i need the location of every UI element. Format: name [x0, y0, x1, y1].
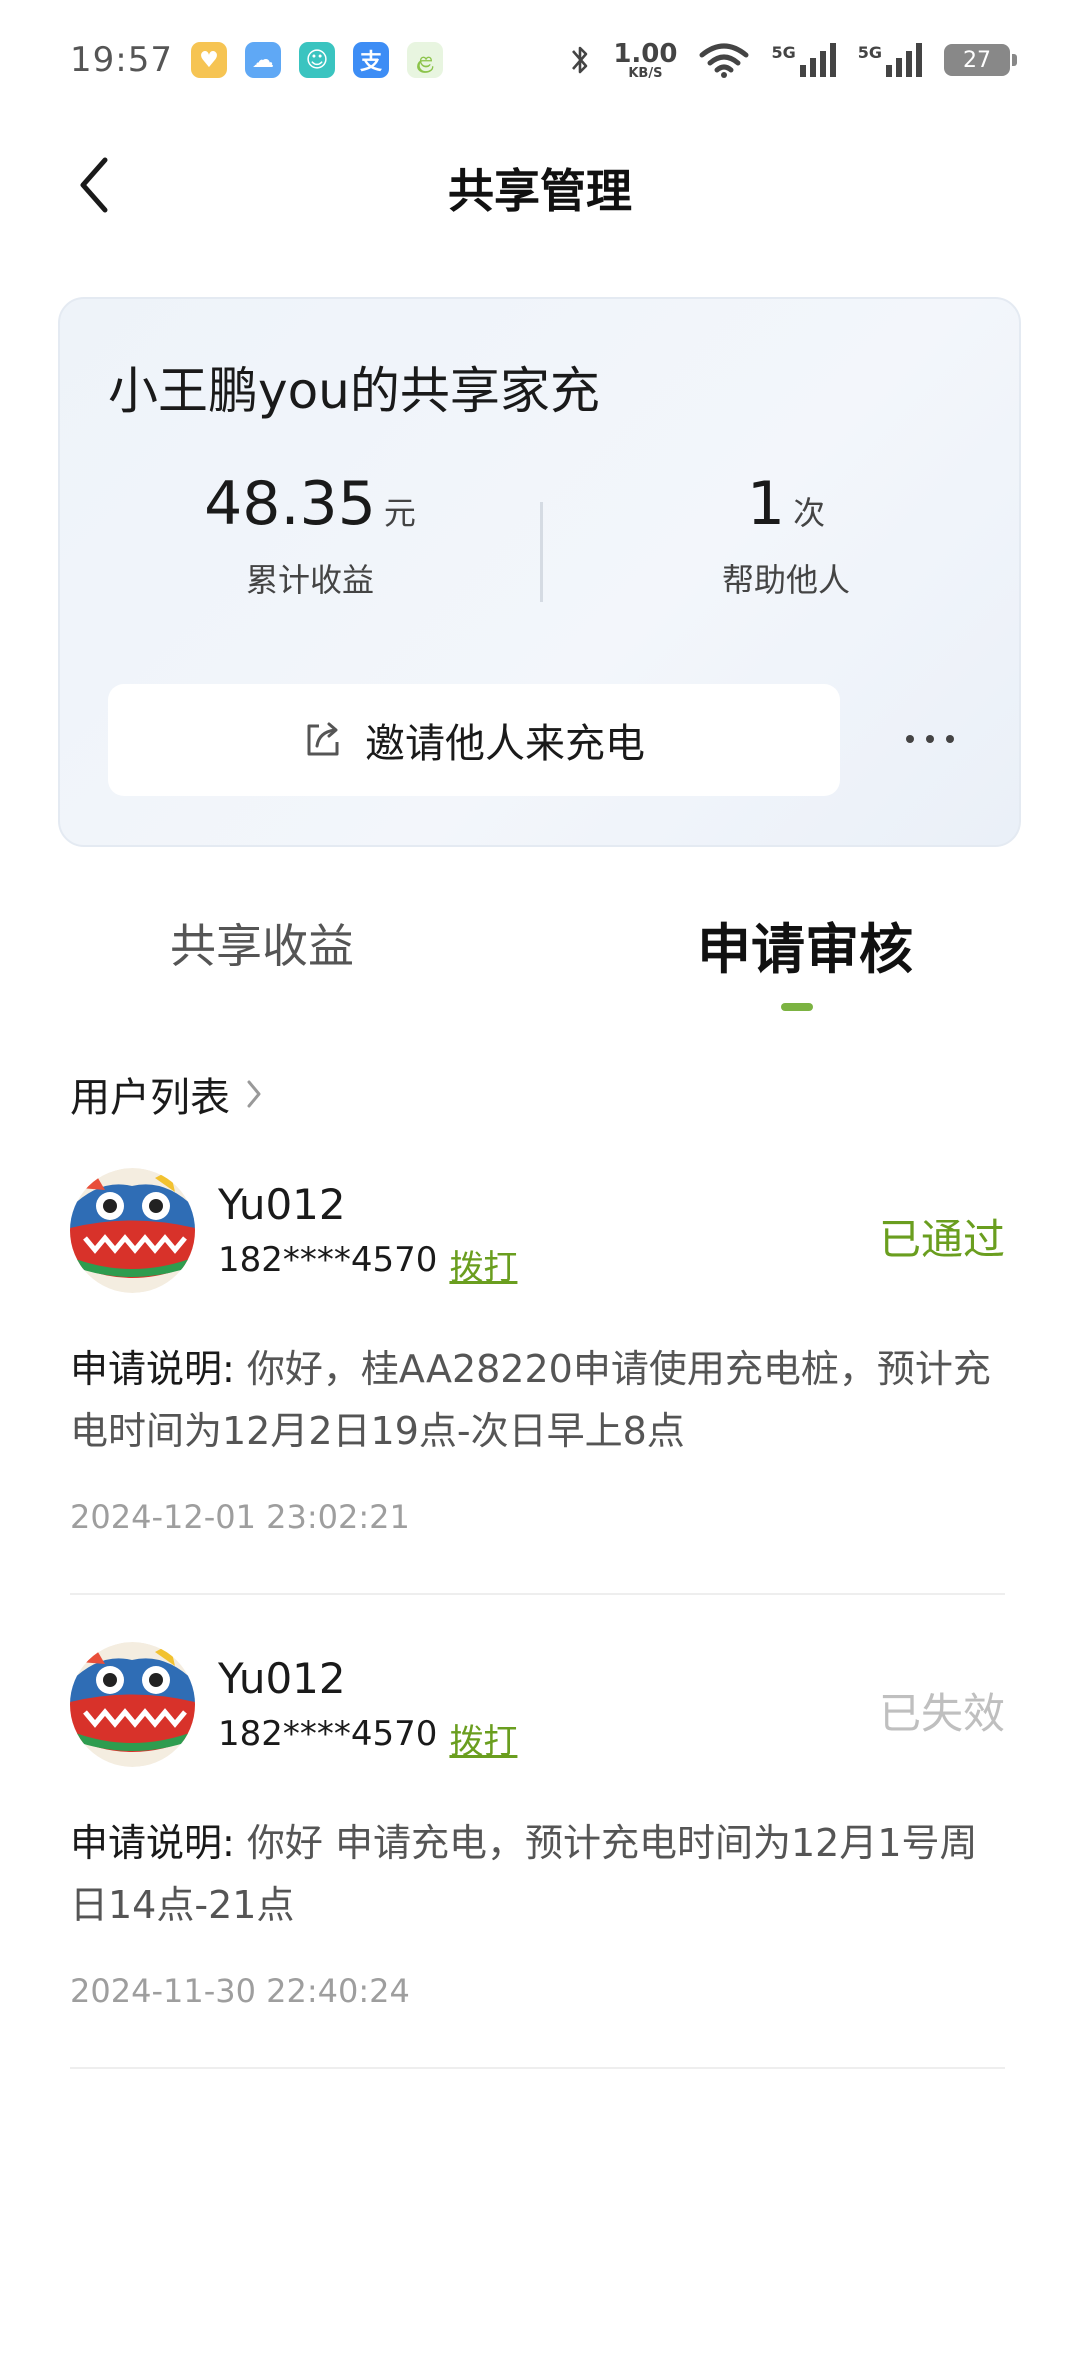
signal-1: 5G — [771, 43, 836, 77]
dial-link[interactable]: 拨打 — [449, 1714, 517, 1763]
user-list-label: 用户列表 — [70, 1075, 230, 1121]
signal-bars-icon — [799, 43, 836, 77]
tab-application-review[interactable]: 申请审核 — [697, 905, 913, 984]
tab-share-earnings[interactable]: 共享收益 — [170, 910, 354, 976]
more-dot-icon — [926, 735, 934, 743]
more-dot-icon — [946, 735, 954, 743]
phone-number: 182****4570 — [218, 1714, 438, 1754]
dragon-avatar-icon — [70, 1168, 195, 1293]
helped-value: 1 — [746, 469, 786, 539]
heart-app-icon: ♥ — [190, 42, 227, 78]
page-title: 共享管理 — [448, 163, 632, 218]
status-time: 19:57 — [70, 40, 173, 80]
header: 共享管理 — [0, 120, 1080, 255]
more-dot-icon — [906, 735, 914, 743]
user-list-link[interactable]: 用户列表 — [70, 1065, 264, 1123]
leaf-app-icon: ළ — [406, 42, 443, 78]
cat-app-icon: ☺ — [298, 42, 335, 78]
earnings-unit: 元 — [383, 494, 416, 532]
stat-divider — [540, 502, 543, 602]
chevron-right-icon — [247, 1080, 261, 1108]
network-speed-value: 1.00 — [613, 38, 678, 69]
share-summary-card: 小王鹏you的共享家充 48.35 元 累计收益 1次 帮助他人 邀请他人来充电 — [58, 297, 1021, 847]
username: Yu012 — [218, 1180, 346, 1229]
application-time: 2024-11-30 22:40:24 — [70, 1972, 410, 2010]
signal-label-1: 5G — [771, 43, 796, 62]
bluetooth-icon — [572, 46, 588, 74]
earnings-label: 累计收益 — [245, 561, 374, 599]
status-bar: 19:57 ♥ ☁ ☺ 支 ළ 1.00 KB/S 5G 5G 27 — [0, 0, 1080, 120]
avatar[interactable] — [70, 1168, 195, 1293]
helped-stat: 1次 帮助他人 — [576, 469, 996, 601]
wifi-icon — [699, 43, 749, 78]
card-title: 小王鹏you的共享家充 — [108, 362, 600, 420]
more-options-button[interactable] — [870, 709, 990, 769]
status-right: 1.00 KB/S 5G 5G 27 — [569, 41, 1017, 80]
helped-unit: 次 — [793, 494, 826, 532]
earnings-stat: 48.35 元 累计收益 — [100, 469, 520, 601]
phone-row: 182****4570 拨打 — [218, 1240, 517, 1289]
status-left: 19:57 ♥ ☁ ☺ 支 ළ — [70, 40, 443, 80]
description-label: 申请说明: — [70, 1347, 235, 1391]
application-item: Yu012 182****4570 拨打 已失效 申请说明: 你好 申请充电，预… — [70, 1642, 1005, 2072]
application-time: 2024-12-01 23:02:21 — [70, 1498, 410, 1536]
divider — [70, 1593, 1005, 1595]
share-icon — [307, 722, 339, 756]
alipay-app-icon: 支 — [352, 42, 389, 78]
signal-2: 5G — [858, 43, 922, 77]
status-badge: 已失效 — [878, 1689, 1005, 1738]
username: Yu012 — [218, 1654, 346, 1703]
network-speed-unit: KB/S — [628, 65, 663, 81]
phone-row: 182****4570 拨打 — [218, 1714, 517, 1763]
dragon-avatar-icon — [70, 1642, 195, 1767]
application-description: 申请说明: 你好，桂AA28220申请使用充电桩，预计充电时间为12月2日19点… — [70, 1338, 1005, 1462]
description-label: 申请说明: — [70, 1821, 235, 1865]
network-speed: 1.00 KB/S — [613, 41, 677, 80]
back-button[interactable] — [60, 150, 130, 220]
divider — [70, 2067, 1005, 2069]
phone-number: 182****4570 — [218, 1240, 438, 1280]
signal-bars-icon — [886, 43, 922, 77]
active-tab-indicator — [781, 1003, 813, 1011]
chevron-left-icon — [80, 157, 108, 213]
cloud-app-icon: ☁ — [244, 42, 281, 78]
status-badge: 已通过 — [878, 1215, 1005, 1264]
dial-link[interactable]: 拨打 — [449, 1240, 517, 1289]
application-description: 申请说明: 你好 申请充电，预计充电时间为12月1号周日14点-21点 — [70, 1812, 1005, 1936]
invite-button[interactable]: 邀请他人来充电 — [108, 684, 840, 796]
avatar[interactable] — [70, 1642, 195, 1767]
earnings-value: 48.35 — [204, 469, 376, 539]
battery-level: 27 — [963, 47, 991, 73]
helped-label: 帮助他人 — [721, 561, 850, 599]
signal-label-2: 5G — [857, 43, 882, 62]
invite-label: 邀请他人来充电 — [365, 721, 645, 767]
battery-icon: 27 — [944, 44, 1017, 76]
application-item: Yu012 182****4570 拨打 已通过 申请说明: 你好，桂AA282… — [70, 1168, 1005, 1598]
